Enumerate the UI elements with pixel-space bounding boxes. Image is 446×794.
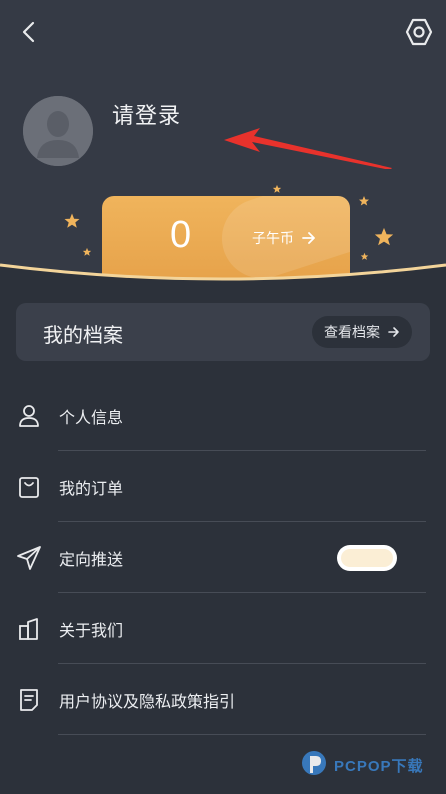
star-icon	[359, 196, 369, 206]
document-icon	[16, 687, 42, 713]
menu-item-about-us[interactable]: 关于我们	[0, 593, 446, 664]
star-icon	[272, 184, 282, 193]
header-curve	[0, 263, 446, 295]
menu-item-targeted-push: 定向推送	[0, 522, 446, 593]
star-icon	[64, 213, 80, 228]
annotation-arrow	[224, 128, 392, 169]
avatar[interactable]	[23, 96, 93, 166]
login-prompt[interactable]: 请登录	[112, 98, 181, 130]
view-archive-button[interactable]: 查看档案	[312, 316, 412, 348]
menu-label: 个人信息	[59, 407, 124, 427]
view-archive-label: 查看档案	[324, 325, 380, 341]
watermark-icon	[302, 751, 326, 775]
archive-title: 我的档案	[43, 323, 123, 347]
menu-item-user-agreement[interactable]: 用户协议及隐私政策指引	[0, 664, 446, 735]
chevron-left-icon	[22, 21, 35, 43]
shopping-bag-icon	[16, 474, 42, 500]
targeted-push-toggle[interactable]	[337, 544, 397, 571]
menu-label: 定向推送	[59, 549, 124, 569]
default-avatar-icon	[23, 96, 93, 166]
settings-menu: 个人信息 我的订单 定向推送 关于我们 用户协议及隐私政策指引	[0, 380, 446, 735]
toggle-fill	[341, 548, 393, 567]
chevron-right-icon	[388, 327, 399, 337]
building-icon	[16, 616, 42, 642]
back-button[interactable]	[14, 18, 42, 46]
settings-button[interactable]	[402, 15, 436, 49]
archive-card: 我的档案 查看档案	[16, 303, 430, 361]
paper-plane-icon	[16, 545, 42, 571]
menu-label: 关于我们	[59, 620, 124, 640]
coin-link[interactable]: 子午币	[252, 228, 316, 248]
watermark-logo: PCPOP下载	[300, 745, 440, 785]
star-icon	[374, 227, 394, 246]
coin-balance: 0	[170, 214, 192, 256]
menu-label: 用户协议及隐私政策指引	[59, 691, 236, 711]
coin-label: 子午币	[252, 231, 294, 247]
hexagon-gear-icon	[405, 18, 433, 46]
menu-label: 我的订单	[59, 478, 124, 498]
menu-item-personal-info[interactable]: 个人信息	[0, 380, 446, 451]
menu-item-my-orders[interactable]: 我的订单	[0, 451, 446, 522]
arrow-right-icon	[302, 232, 315, 244]
user-icon	[16, 403, 42, 429]
divider	[58, 734, 426, 735]
